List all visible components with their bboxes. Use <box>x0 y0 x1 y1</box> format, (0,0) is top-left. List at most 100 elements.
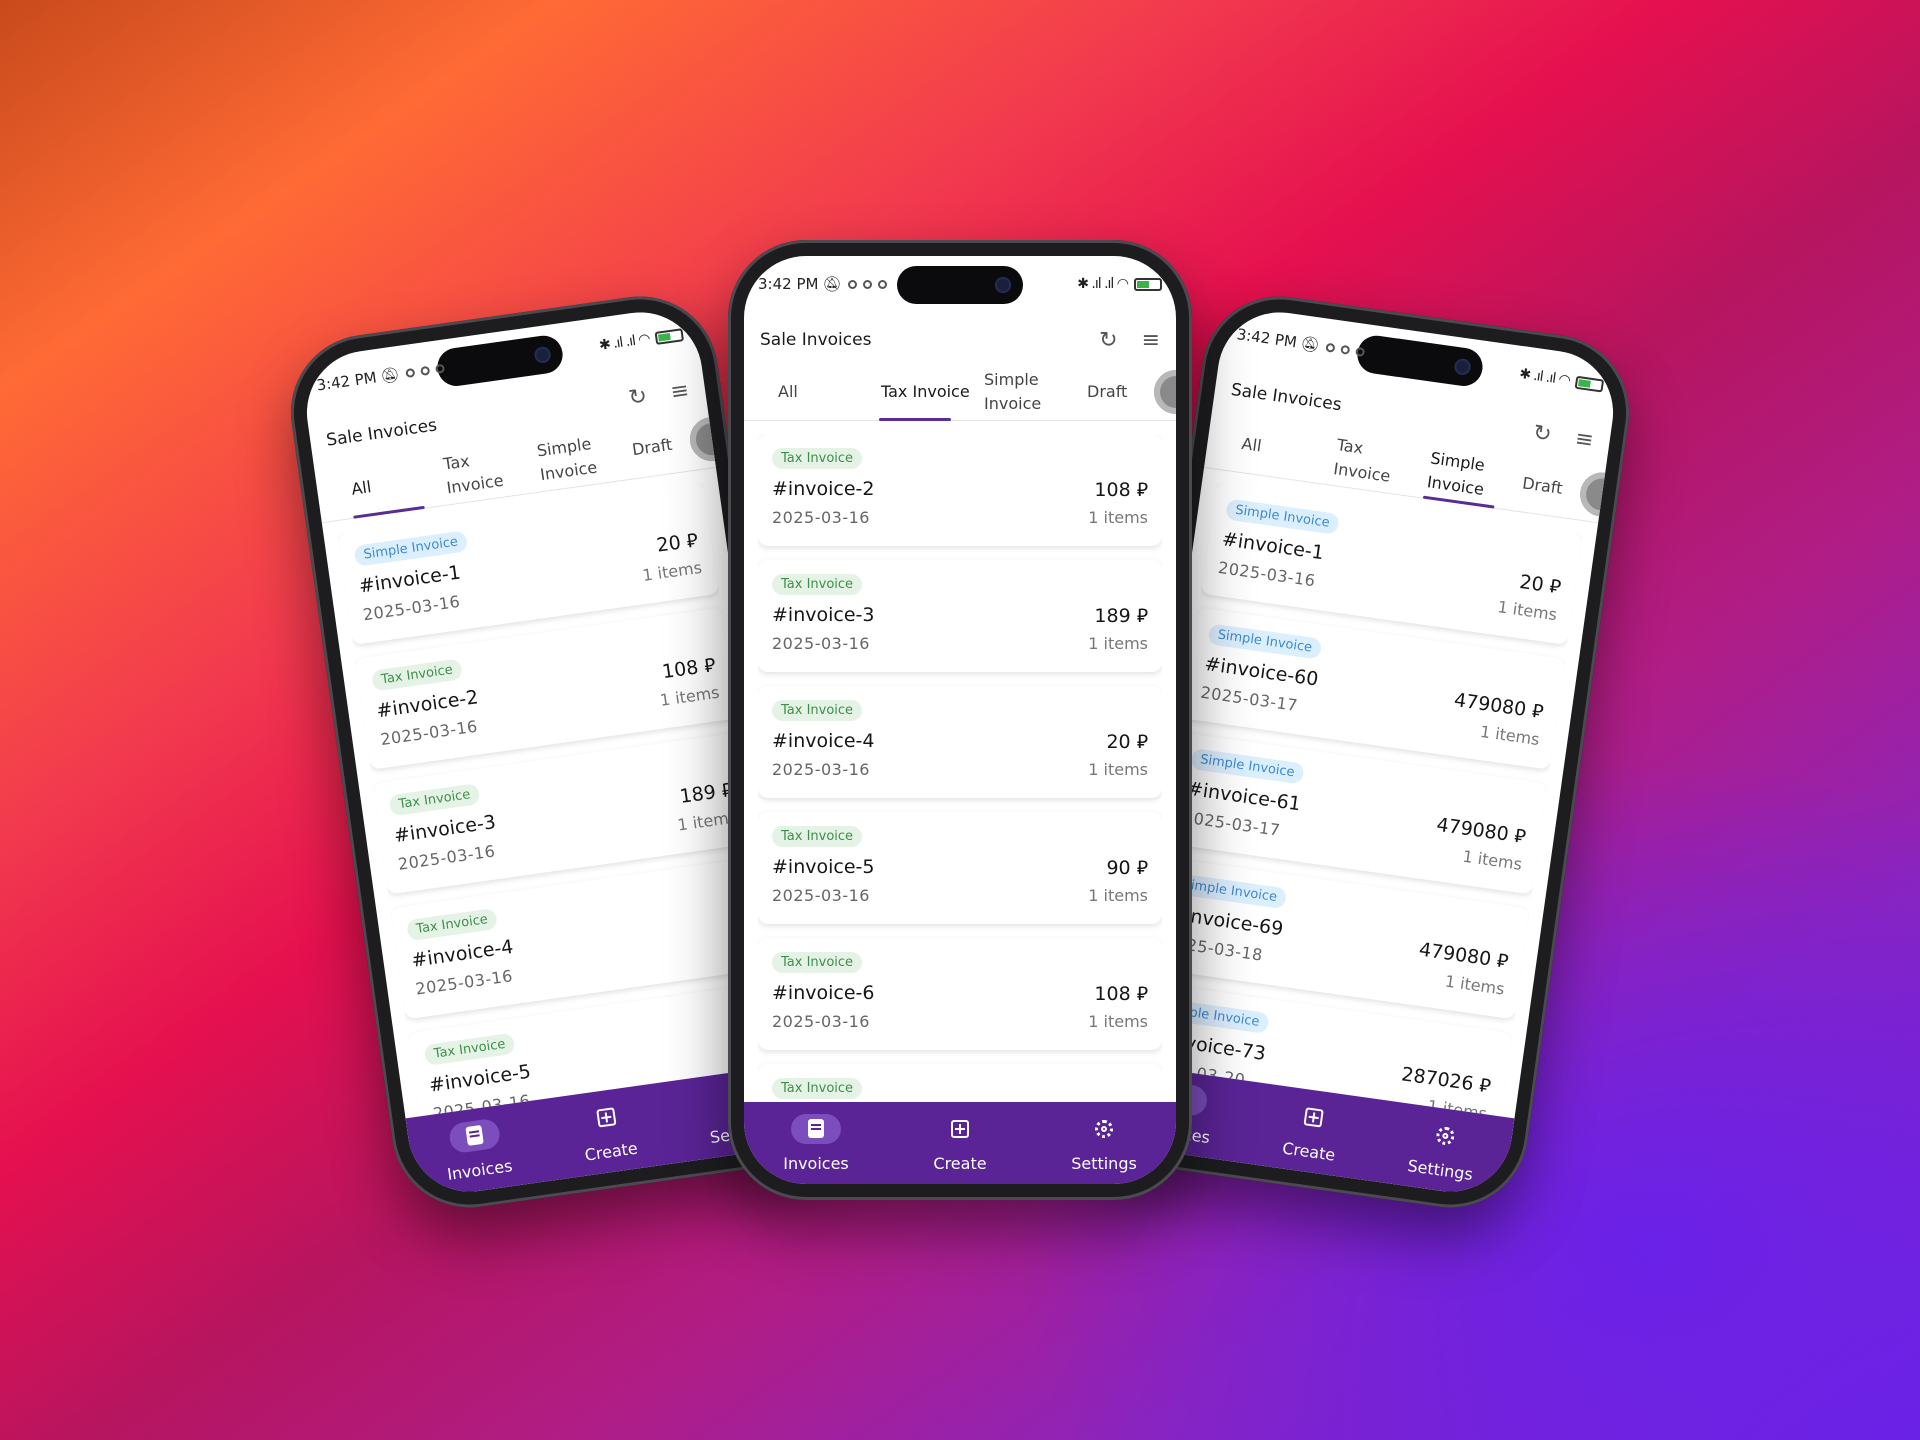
filter-icon[interactable]: ≡ <box>669 377 691 404</box>
invoice-type-badge: Tax Invoice <box>772 952 863 973</box>
invoice-item-count: 1 items <box>1088 508 1148 527</box>
invoice-list: Tax Invoice #invoice-2 2025-03-16 108 ⃁ 1 it… <box>758 434 1162 1102</box>
currency-icon: ⃁ <box>685 529 700 553</box>
invoice-icon <box>448 1117 502 1154</box>
invoice-number: #invoice-1 <box>1220 528 1326 565</box>
gear-icon <box>1418 1117 1472 1154</box>
invoice-date: 2025-03-16 <box>379 716 479 750</box>
center-phone: 3:42 PM 🔕︎ ✱ .ıl .ıl ◠ Sale Invoices ↻ ≡ … <box>728 240 1192 1200</box>
nav-invoices-label: Invoices <box>445 1155 514 1184</box>
invoice-item-count: 1 items <box>1496 597 1559 625</box>
tab-simple-invoice[interactable]: Simple Invoice <box>970 364 1073 420</box>
currency-icon: ⃁ <box>1136 983 1148 1005</box>
tab-all[interactable]: All <box>1224 414 1325 483</box>
invoice-item-count: 1 items <box>1088 634 1148 653</box>
invoice-list: Simple Invoice #invoice-1 2025-03-16 20 ⃁ 1 … <box>337 482 786 1117</box>
invoice-icon <box>791 1113 841 1144</box>
tab-tax-invoice[interactable]: Tax Invoice <box>867 364 970 421</box>
invoice-date: 2025-03-16 <box>396 841 497 874</box>
invoice-amount: 108 ⃁ <box>1094 983 1148 1005</box>
refresh-icon[interactable]: ↻ <box>1532 420 1554 447</box>
invoice-number: #invoice-2 <box>375 686 480 723</box>
filter-icon[interactable]: ≡ <box>1574 426 1596 453</box>
mute-icon: 🔕︎ <box>379 365 401 386</box>
nav-settings[interactable]: Settings <box>1032 1102 1176 1184</box>
invoice-item-count: 1 items <box>1088 760 1148 779</box>
tab-simple-invoice[interactable]: Simple Invoice <box>521 425 622 494</box>
tab-tax-invoice[interactable]: Tax Invoice <box>427 438 528 507</box>
nav-create[interactable]: Create <box>537 1081 680 1181</box>
nav-invoices-label: Invoices <box>783 1153 849 1173</box>
invoice-type-badge: Tax Invoice <box>388 783 481 817</box>
invoice-card[interactable]: Tax Invoice #invoice-2 2025-03-16 108 ⃁ 1 it… <box>758 434 1162 546</box>
invoice-item-count: 1 items <box>641 557 704 586</box>
invoice-number: #invoice-4 <box>410 935 515 972</box>
tab-all[interactable]: All <box>764 364 867 420</box>
center-phone-screen: 3:42 PM 🔕︎ ✱ .ıl .ıl ◠ Sale Invoices ↻ ≡ … <box>744 256 1176 1184</box>
invoice-card[interactable]: Tax Invoice <box>758 1064 1162 1102</box>
invoice-amount: 479080 ⃁ <box>1435 813 1528 849</box>
page-title: Sale Invoices <box>1229 379 1343 416</box>
invoice-number: #invoice-3 <box>392 811 498 848</box>
tab-all[interactable]: All <box>334 451 435 520</box>
invoice-tabs: All Tax Invoice Simple Invoice Draft <box>744 364 1176 421</box>
notification-icons <box>847 279 887 289</box>
invoice-card[interactable]: Tax Invoice #invoice-4 2025-03-16 20 ⃁ 1 ite… <box>758 686 1162 798</box>
invoice-card[interactable]: Tax Invoice #invoice-6 2025-03-16 108 ⃁ 1 it… <box>758 938 1162 1050</box>
currency-icon: ⃁ <box>702 653 717 678</box>
currency-icon: ⃁ <box>1530 699 1545 724</box>
refresh-icon[interactable]: ↻ <box>627 383 649 410</box>
currency-icon: ⃁ <box>1477 1074 1493 1098</box>
tab-simple-invoice[interactable]: Simple Invoice <box>1411 440 1512 509</box>
refresh-icon[interactable]: ↻ <box>1099 328 1117 353</box>
status-time: 3:42 PM <box>315 368 378 395</box>
invoice-amount: 20 ⃁ <box>655 529 700 557</box>
invoice-date: 2025-03-17 <box>1181 807 1282 840</box>
nav-settings-label: Settings <box>1071 1153 1137 1173</box>
invoice-amount: 108 ⃁ <box>1094 479 1148 501</box>
page-title: Sale Invoices <box>760 330 872 350</box>
invoice-date: 2025-03-16 <box>772 886 870 905</box>
invoice-type-badge: Tax Invoice <box>772 700 863 721</box>
invoice-list: Simple Invoice #invoice-1 2025-03-16 20 ⃁ 1 … <box>1134 482 1583 1117</box>
nav-invoices[interactable]: Invoices <box>406 1100 549 1200</box>
invoice-number: #invoice-6 <box>772 982 875 1004</box>
nav-settings[interactable]: Settings <box>1372 1100 1515 1200</box>
invoice-card[interactable]: Tax Invoice #invoice-5 2025-03-16 90 ⃁ 1 ite… <box>758 812 1162 924</box>
invoice-type-badge: Tax Invoice <box>370 658 464 692</box>
nav-create[interactable]: Create <box>888 1102 1032 1184</box>
gear-icon <box>1079 1114 1129 1144</box>
invoice-date: 2025-03-16 <box>772 760 870 779</box>
invoice-amount: 189 ⃁ <box>1094 605 1148 627</box>
nav-create[interactable]: Create <box>1240 1081 1383 1181</box>
signal-icons: ✱ .ıl .ıl ◠ <box>1518 366 1605 394</box>
nav-create-label: Create <box>933 1153 987 1173</box>
nav-invoices[interactable]: Invoices <box>744 1102 888 1184</box>
invoice-type-badge: Simple Invoice <box>1225 498 1340 535</box>
notification-icons <box>404 363 445 378</box>
invoice-type-badge: Simple Invoice <box>1207 623 1323 660</box>
invoice-amount: 20 ⃁ <box>1518 570 1563 599</box>
signal-icons: ✱ .ıl .ıl ◠ <box>598 326 684 354</box>
invoice-amount: 90 ⃁ <box>1106 857 1148 879</box>
invoice-card[interactable]: Tax Invoice #invoice-3 2025-03-16 189 ⃁ 1 it… <box>758 560 1162 672</box>
invoice-number: #invoice-5 <box>427 1060 533 1097</box>
mute-icon: 🔕︎ <box>1299 334 1321 355</box>
invoice-number: #invoice-1 <box>357 561 463 598</box>
invoice-number: #invoice-5 <box>772 856 875 878</box>
battery-icon <box>654 327 684 345</box>
currency-icon: ⃁ <box>1512 824 1528 849</box>
filter-icon[interactable]: ≡ <box>1142 328 1160 353</box>
add-icon <box>1287 1099 1341 1136</box>
invoice-type-badge: Tax Invoice <box>772 1078 863 1099</box>
invoice-date: 2025-03-16 <box>361 591 462 625</box>
invoice-type-badge: Simple Invoice <box>1189 748 1305 785</box>
currency-icon: ⃁ <box>1136 731 1148 753</box>
invoice-date: 2025-03-16 <box>772 1012 870 1031</box>
invoice-item-count: 1 items <box>1088 1012 1148 1031</box>
currency-icon: ⃁ <box>1136 857 1148 879</box>
currency-icon: ⃁ <box>1495 949 1510 973</box>
invoice-number: #invoice-2 <box>772 478 875 500</box>
currency-icon: ⃁ <box>1136 479 1148 501</box>
tab-tax-invoice[interactable]: Tax Invoice <box>1318 427 1419 496</box>
